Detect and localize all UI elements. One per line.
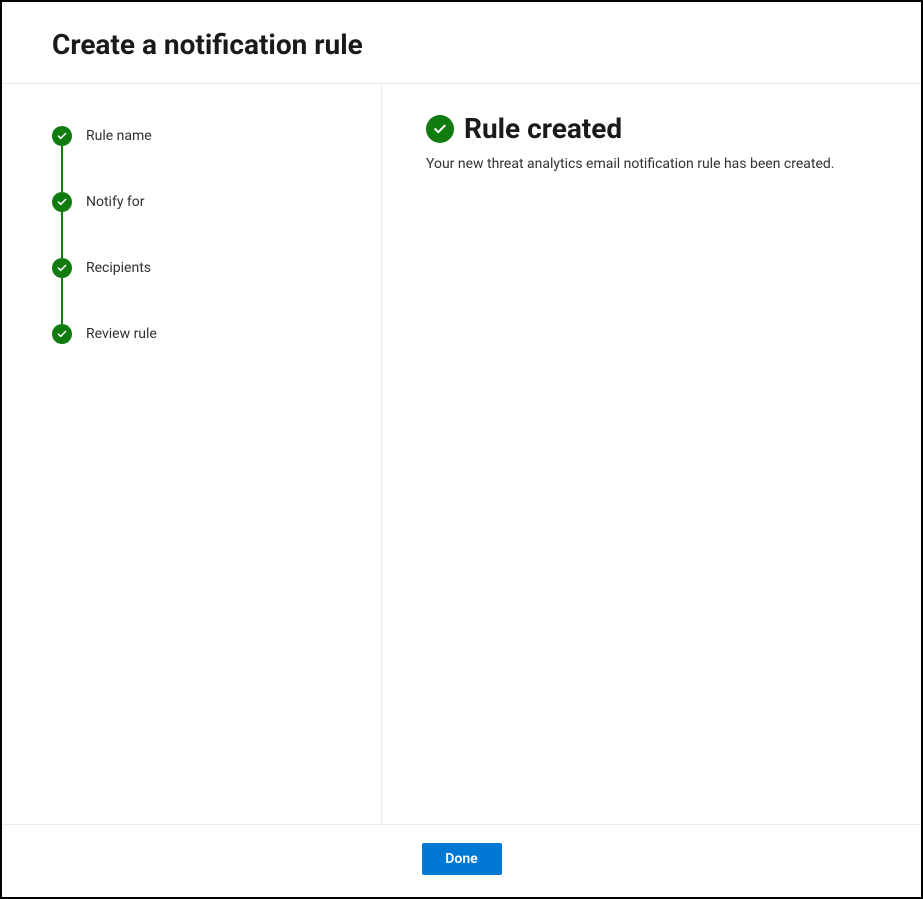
wizard-header: Create a notification rule — [2, 2, 921, 84]
step-recipients[interactable]: Recipients — [52, 258, 341, 278]
step-connector — [61, 212, 63, 258]
checkmark-icon — [52, 126, 72, 146]
step-notify-for[interactable]: Notify for — [52, 192, 341, 212]
wizard-sidebar: Rule name Notify for Recipients — [2, 84, 382, 824]
step-connector — [61, 278, 63, 324]
wizard-main: Rule created Your new threat analytics e… — [382, 84, 921, 824]
checkmark-icon — [52, 192, 72, 212]
result-heading: Rule created — [426, 112, 877, 145]
success-icon — [426, 115, 454, 143]
checkmark-icon — [52, 324, 72, 344]
wizard-footer: Done — [2, 824, 921, 897]
step-connector — [61, 146, 63, 192]
step-label: Rule name — [86, 128, 152, 144]
result-title: Rule created — [464, 112, 622, 145]
result-description: Your new threat analytics email notifica… — [426, 155, 877, 175]
step-list: Rule name Notify for Recipients — [52, 126, 341, 344]
page-title: Create a notification rule — [52, 28, 871, 61]
step-label: Notify for — [86, 194, 145, 210]
step-label: Review rule — [86, 326, 157, 342]
step-review-rule[interactable]: Review rule — [52, 324, 341, 344]
done-button[interactable]: Done — [422, 843, 502, 875]
step-rule-name[interactable]: Rule name — [52, 126, 341, 146]
step-label: Recipients — [86, 260, 151, 276]
checkmark-icon — [52, 258, 72, 278]
wizard-body: Rule name Notify for Recipients — [2, 84, 921, 824]
